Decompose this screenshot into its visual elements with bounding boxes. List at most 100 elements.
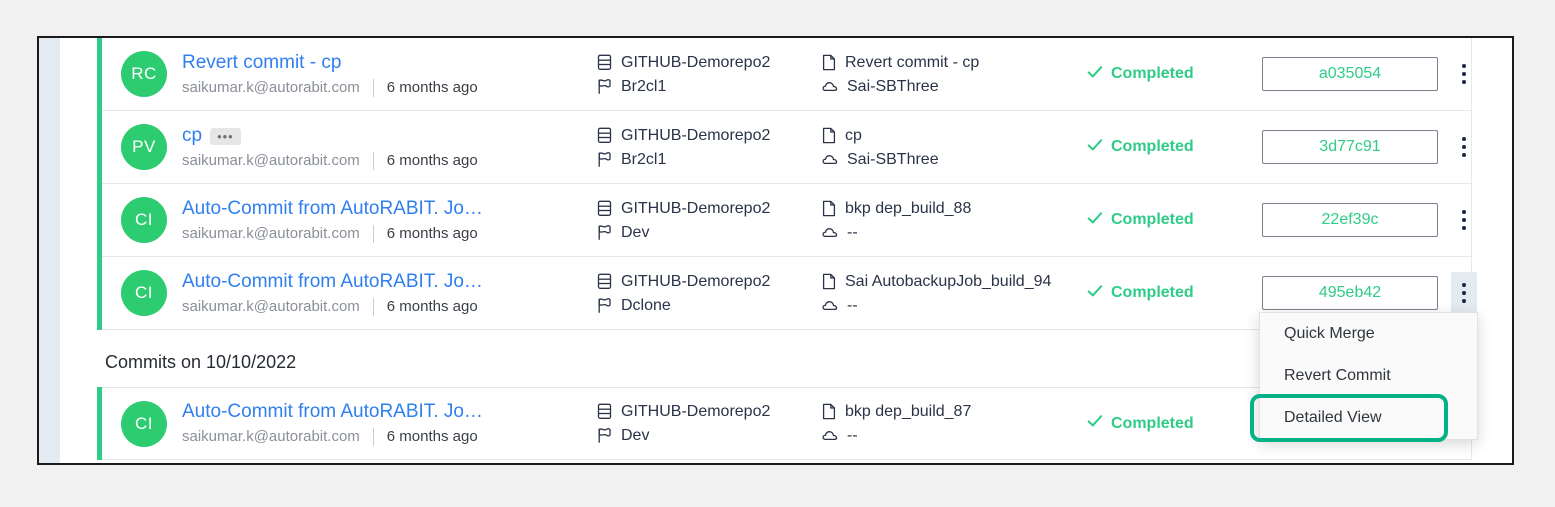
- commit-meta: saikumar.k@autorabit.com 6 months ago: [182, 224, 582, 244]
- branch-name: Dev: [621, 223, 650, 241]
- commit-hash-button[interactable]: 22ef39c: [1262, 203, 1438, 237]
- file-icon: [822, 403, 836, 420]
- kebab-menu-icon[interactable]: [1451, 272, 1477, 314]
- branch-line: Br2cl1: [597, 148, 822, 171]
- cloud-icon: [822, 226, 838, 239]
- kebab-dot: [1462, 218, 1466, 222]
- flag-icon: [597, 78, 612, 95]
- commit-author: saikumar.k@autorabit.com: [182, 151, 360, 169]
- commit-hash-button[interactable]: 3d77c91: [1262, 130, 1438, 164]
- commit-time: 6 months ago: [386, 78, 478, 96]
- table-row[interactable]: CI Auto-Commit from AutoRABIT. Jo… saikuma…: [97, 184, 1472, 257]
- database-icon: [597, 54, 612, 71]
- status-label: Completed: [1111, 284, 1194, 301]
- flag-icon: [597, 151, 612, 168]
- commit-message-cell: Auto-Commit from AutoRABIT. Jo… saikumar.…: [182, 197, 582, 244]
- check-icon: [1087, 211, 1103, 230]
- repository-name: GITHUB-Demorepo2: [621, 403, 771, 420]
- kebab-menu-icon[interactable]: [1451, 53, 1477, 95]
- kebab-menu-icon[interactable]: [1451, 126, 1477, 168]
- job-cell: cp Sai-SBThree: [822, 124, 1087, 171]
- commit-title-line: Auto-Commit from AutoRABIT. Jo…: [182, 270, 582, 294]
- check-icon: [1087, 138, 1103, 157]
- repository-line: GITHUB-Demorepo2: [597, 270, 822, 293]
- dropdown-item[interactable]: Quick Merge: [1260, 313, 1477, 355]
- kebab-dot: [1462, 283, 1466, 287]
- flag-icon: [597, 427, 612, 444]
- kebab-dot: [1462, 137, 1466, 141]
- cloud-icon: [822, 153, 838, 166]
- commit-author: saikumar.k@autorabit.com: [182, 78, 360, 96]
- table-row[interactable]: PV cp ••• saikumar.k@autorabit.com 6 months …: [97, 111, 1472, 184]
- left-gutter: [39, 38, 60, 463]
- branch-name: Dclone: [621, 296, 671, 314]
- branch-name: Br2cl1: [621, 150, 667, 168]
- commit-message-cell: cp ••• saikumar.k@autorabit.com 6 months ag…: [182, 124, 582, 171]
- commit-title-line: Revert commit - cp: [182, 51, 582, 75]
- meta-divider: [372, 297, 374, 316]
- expand-message-button[interactable]: •••: [210, 128, 241, 145]
- status-badge: Completed: [1087, 414, 1262, 433]
- database-icon: [597, 200, 612, 217]
- commit-title-link[interactable]: cp: [182, 124, 202, 148]
- database-icon: [597, 403, 612, 420]
- avatar: CI: [121, 400, 167, 447]
- table-row[interactable]: RC Revert commit - cp saikumar.k@autorabit…: [97, 38, 1472, 111]
- commit-hash-cell: a035054: [1262, 57, 1438, 91]
- commit-hash-button[interactable]: 495eb42: [1262, 276, 1438, 310]
- kebab-dot: [1462, 80, 1466, 84]
- file-icon: [822, 200, 836, 217]
- job-line: bkp dep_build_88: [822, 197, 1087, 220]
- kebab-dot: [1462, 145, 1466, 149]
- job-cell: Sai AutobackupJob_build_94 --: [822, 270, 1087, 317]
- repository-line: GITHUB-Demorepo2: [597, 400, 822, 423]
- branch-name: Dev: [621, 427, 650, 444]
- status-label: Completed: [1111, 65, 1194, 82]
- cloud-icon: [822, 429, 838, 442]
- commit-hash-button[interactable]: a035054: [1262, 57, 1438, 91]
- commit-title-link[interactable]: Revert commit - cp: [182, 51, 341, 75]
- org-line: --: [822, 424, 1087, 447]
- job-name: bkp dep_build_88: [845, 199, 972, 217]
- repository-name: GITHUB-Demorepo2: [621, 199, 771, 217]
- org-name: --: [847, 296, 858, 314]
- kebab-menu-icon[interactable]: [1451, 199, 1477, 241]
- avatar: CI: [121, 197, 167, 243]
- repository-line: GITHUB-Demorepo2: [597, 51, 822, 74]
- commit-meta: saikumar.k@autorabit.com 6 months ago: [182, 151, 582, 171]
- commit-history-panel: RC Revert commit - cp saikumar.k@autorabit…: [37, 36, 1514, 465]
- group-accent-bar: [97, 38, 102, 330]
- status-label: Completed: [1111, 414, 1194, 432]
- meta-divider: [372, 224, 374, 243]
- commit-time: 6 months ago: [386, 224, 478, 242]
- repository-cell: GITHUB-Demorepo2 Br2cl1: [597, 124, 822, 171]
- job-cell: bkp dep_build_88 --: [822, 197, 1087, 244]
- branch-line: Dclone: [597, 294, 822, 317]
- org-name: --: [847, 427, 858, 444]
- org-line: Sai-SBThree: [822, 75, 1087, 98]
- group-accent-bar: [97, 387, 102, 460]
- row-actions-dropdown[interactable]: Quick Merge Revert Commit Detailed View: [1259, 312, 1478, 440]
- branch-line: Dev: [597, 424, 822, 447]
- meta-divider: [372, 428, 374, 446]
- commit-title-link[interactable]: Auto-Commit from AutoRABIT. Jo…: [182, 270, 483, 294]
- database-icon: [597, 127, 612, 144]
- check-icon: [1087, 284, 1103, 303]
- status-badge: Completed: [1087, 138, 1262, 157]
- commit-hash-cell: 22ef39c: [1262, 203, 1438, 237]
- commit-title-link[interactable]: Auto-Commit from AutoRABIT. Jo…: [182, 197, 483, 221]
- kebab-dot: [1462, 64, 1466, 68]
- kebab-dot: [1462, 72, 1466, 76]
- avatar: PV: [121, 124, 167, 170]
- org-line: --: [822, 294, 1087, 317]
- dropdown-item[interactable]: Revert Commit: [1260, 355, 1477, 397]
- cloud-icon: [822, 80, 838, 93]
- dropdown-item[interactable]: Detailed View: [1260, 397, 1477, 439]
- commit-title-link[interactable]: Auto-Commit from AutoRABIT. Jo…: [182, 400, 483, 424]
- commit-author: saikumar.k@autorabit.com: [182, 297, 360, 315]
- row-actions-cell: [1438, 199, 1490, 241]
- branch-name: Br2cl1: [621, 77, 667, 95]
- repository-cell: GITHUB-Demorepo2 Br2cl1: [597, 51, 822, 98]
- commit-title-line: cp •••: [182, 124, 582, 148]
- status-badge: Completed: [1087, 284, 1262, 303]
